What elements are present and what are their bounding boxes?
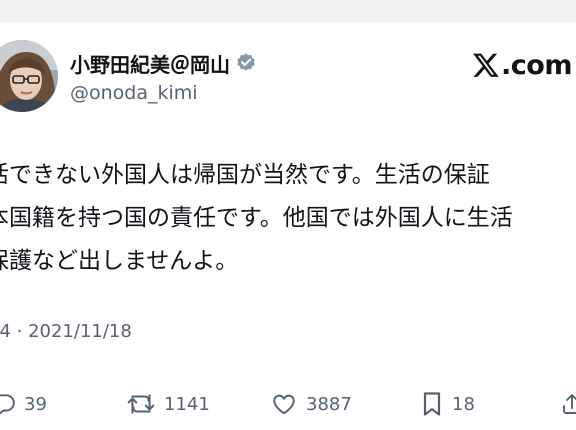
heart-icon [273,394,295,415]
reply-icon [0,394,15,415]
verified-badge-icon [235,52,257,74]
repost-icon [127,394,155,414]
share-button[interactable] [560,386,576,422]
x-brand: .com [472,48,572,82]
x-logo-icon [473,53,499,77]
action-bar: 39 1141 3887 18 [0,386,576,422]
bookmark-icon [423,392,441,416]
tweet-body-line-2: 本国籍を持つ国の責任です。他国では外国人に生活 [0,205,513,231]
display-name[interactable]: 小野田紀美＠岡山 [70,49,230,78]
like-button[interactable]: 3887 [270,386,352,422]
tweet-body: 活できない外国人は帰国が当然です。生活の保証 本国籍を持つ国の責任です。他国では… [0,154,576,283]
bookmark-button[interactable]: 18 [420,386,475,422]
repost-count: 1141 [164,393,210,415]
name-row: 小野田紀美＠岡山 [70,48,257,78]
tweet-card: 小野田紀美＠岡山 @onoda_kimi .com 活できない外国人は帰国が当然… [0,22,576,430]
like-count: 3887 [306,393,352,415]
share-icon [563,394,576,414]
top-strip [0,0,576,22]
tweet-body-line-1: 活できない外国人は帰国が当然です。生活の保証 [0,162,490,188]
handle[interactable]: @onoda_kimi [70,82,198,104]
reply-count: 39 [24,393,47,415]
repost-button[interactable]: 1141 [126,386,210,422]
tweet-timestamp[interactable]: 14 · 2021/11/18 [0,321,132,342]
brand-domain: .com [501,49,572,81]
avatar-image [0,40,58,112]
tweet-body-line-3: 保護など出しませんよ。 [0,248,239,274]
reply-button[interactable]: 39 [0,386,47,422]
bookmark-count: 18 [452,393,475,415]
avatar[interactable] [0,40,58,112]
